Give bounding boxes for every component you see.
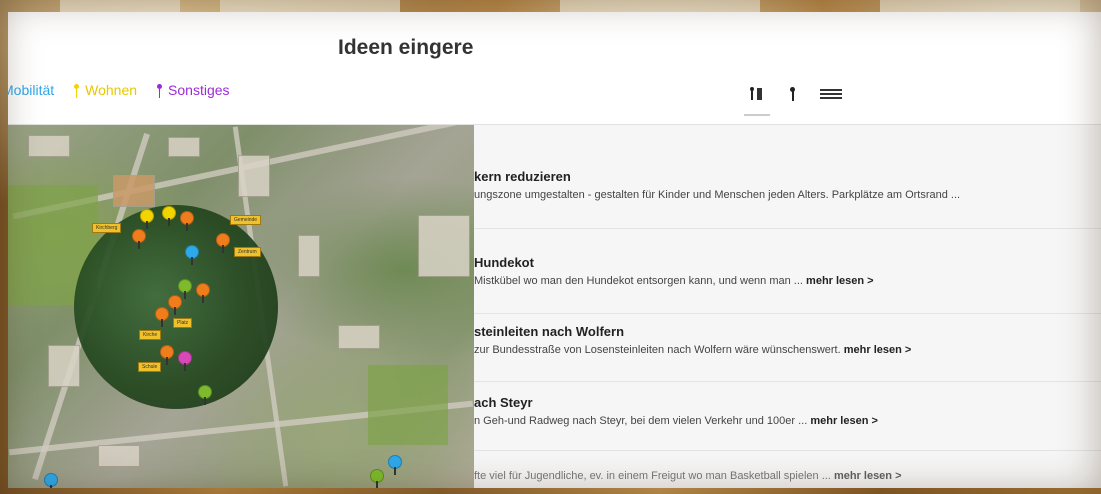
filter-housing-label: Wohnen: [85, 82, 138, 98]
idea-text: Mistkübel wo man den Hundekot entsorgen …: [474, 275, 1101, 287]
idea-excerpt: ungszone umgestalten - gestalten für Kin…: [474, 189, 961, 201]
filter-other-label: Sonstiges: [168, 82, 230, 98]
divider: [474, 228, 1101, 229]
idea-title: ach Steyr: [474, 395, 533, 410]
idea-pin-icon[interactable]: [155, 307, 169, 327]
idea-title: steinleiten nach Wolfern: [474, 324, 625, 339]
satellite-map[interactable]: Kirchberg Gemeinde Zentrum Platz Kirche …: [8, 125, 474, 488]
read-more-link[interactable]: mehr lesen >: [834, 470, 902, 482]
list-item[interactable]: steinleiten nach Wolfern zur Bundesstraß…: [474, 324, 1101, 356]
top-bar: Ideen eingere Mobilität Wohnen Sonstiges: [8, 12, 1101, 125]
category-filters: Mobilität Wohnen Sonstiges: [8, 82, 230, 98]
idea-list: kern reduzieren ungszone umgestalten - g…: [474, 125, 1101, 488]
divider: [474, 450, 1101, 451]
read-more-link[interactable]: mehr lesen >: [810, 415, 878, 427]
read-more-link[interactable]: mehr lesen >: [844, 344, 912, 356]
housing-pin-icon[interactable]: [162, 206, 176, 226]
idea-excerpt: n Geh-und Radweg nach Steyr, bei dem vie…: [474, 415, 808, 427]
other-pin-icon: [157, 83, 163, 98]
idea-pin-icon[interactable]: [180, 211, 194, 231]
idea-pin-icon[interactable]: [168, 295, 182, 315]
idea-text: n Geh-und Radweg nach Steyr, bei dem vie…: [474, 415, 1101, 427]
idea-pin-icon[interactable]: [178, 279, 192, 299]
idea-text: zur Bundesstraße von Losensteinleiten na…: [474, 344, 1101, 356]
page-title: Ideen eingere: [338, 36, 474, 59]
list-item[interactable]: kern reduzieren ungszone umgestalten - g…: [474, 169, 1101, 201]
idea-pin-icon[interactable]: [198, 385, 212, 405]
list-item[interactable]: ach Steyr n Geh-und Radweg nach Steyr, b…: [474, 395, 1101, 427]
idea-pin-icon[interactable]: [216, 233, 230, 253]
filter-housing[interactable]: Wohnen: [74, 82, 137, 98]
map-label: Gemeinde: [230, 215, 262, 225]
map-label: Zentrum: [234, 247, 261, 257]
map-label: Kirche: [139, 330, 162, 340]
mobility-pin-icon[interactable]: [44, 473, 58, 488]
map-label: Kirchberg: [92, 223, 122, 233]
filter-mobility[interactable]: Mobilität: [8, 82, 54, 98]
idea-text: fte viel für Jugendliche, ev. in einem F…: [474, 470, 1101, 482]
mobility-pin-icon[interactable]: [185, 245, 199, 265]
map-label: Schule: [138, 362, 162, 372]
idea-text: ungszone umgestalten - gestalten für Kin…: [474, 189, 1101, 201]
divider: [474, 313, 1101, 314]
list-item[interactable]: Hundekot Mistkübel wo man den Hundekot e…: [474, 255, 1101, 287]
filter-mobility-label: Mobilität: [8, 82, 55, 98]
idea-pin-icon[interactable]: [196, 283, 210, 303]
idea-pin-icon[interactable]: [160, 345, 174, 365]
divider: [474, 381, 1101, 382]
map-list-icon[interactable]: [744, 84, 770, 116]
idea-title: Hundekot: [474, 255, 534, 270]
other-pin-icon[interactable]: [178, 351, 192, 371]
mobility-pin-icon[interactable]: [388, 455, 402, 475]
app-screen: Ideen eingere Mobilität Wohnen Sonstiges: [8, 12, 1101, 488]
idea-excerpt: zur Bundesstraße von Losensteinleiten na…: [474, 344, 841, 356]
idea-pin-icon[interactable]: [370, 469, 384, 488]
list-icon[interactable]: [820, 84, 842, 104]
read-more-link[interactable]: mehr lesen >: [806, 275, 874, 287]
map-label: Platz: [173, 318, 193, 328]
filter-other[interactable]: Sonstiges: [157, 82, 230, 98]
idea-title: kern reduzieren: [474, 169, 571, 184]
idea-excerpt: fte viel für Jugendliche, ev. in einem F…: [474, 470, 831, 482]
idea-pin-icon[interactable]: [132, 229, 146, 249]
view-toggles: [744, 84, 842, 116]
map-pin-icon[interactable]: [784, 84, 802, 104]
housing-pin-icon: [74, 83, 80, 98]
housing-pin-icon[interactable]: [140, 209, 154, 229]
list-item[interactable]: fte viel für Jugendliche, ev. in einem F…: [474, 465, 1101, 482]
idea-excerpt: Mistkübel wo man den Hundekot entsorgen …: [474, 275, 803, 287]
